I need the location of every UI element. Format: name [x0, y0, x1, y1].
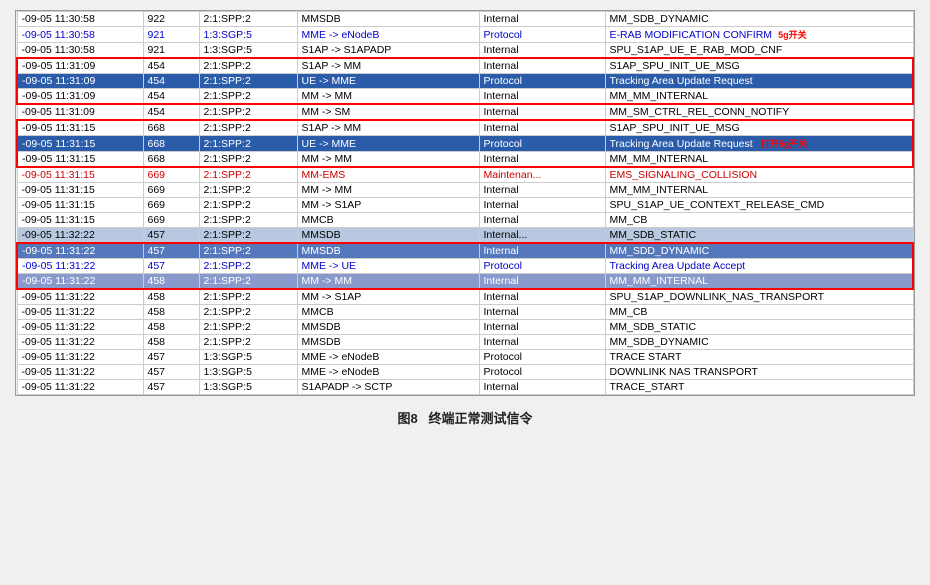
table-row: -09-05 11:31:156682:1:SPP:2UE -> MMEProt… — [17, 136, 913, 152]
table-row: -09-05 11:31:094542:1:SPP:2MM -> SMInter… — [17, 104, 913, 120]
table-row: -09-05 11:30:589211:3:SGP:5S1AP -> S1APA… — [17, 43, 913, 59]
table-row: -09-05 11:30:589222:1:SPP:2MMSDBInternal… — [17, 12, 913, 27]
table-row: -09-05 11:31:224582:1:SPP:2MMSDBInternal… — [17, 320, 913, 335]
table-row: -09-05 11:31:224571:3:SGP:5MME -> eNodeB… — [17, 350, 913, 365]
table-row: -09-05 11:31:224572:1:SPP:2MMSDBInternal… — [17, 243, 913, 259]
table-row: -09-05 11:31:224572:1:SPP:2MME -> UEProt… — [17, 259, 913, 274]
table-row: -09-05 11:31:156692:1:SPP:2MM -> MMInter… — [17, 183, 913, 198]
figure-title: 终端正常测试信令 — [429, 411, 533, 426]
table-row: -09-05 11:31:156692:1:SPP:2MMCBInternalM… — [17, 213, 913, 228]
table-row: -09-05 11:32:224572:1:SPP:2MMSDBInternal… — [17, 228, 913, 244]
table-row: -09-05 11:31:224582:1:SPP:2MM -> MMInter… — [17, 274, 913, 290]
table-row: -09-05 11:31:224582:1:SPP:2MM -> S1APInt… — [17, 289, 913, 305]
figure-number: 图8 — [397, 411, 417, 426]
table-row: -09-05 11:31:224571:3:SGP:5MME -> eNodeB… — [17, 365, 913, 380]
message-table: -09-05 11:30:589222:1:SPP:2MMSDBInternal… — [15, 10, 915, 396]
table-row: -09-05 11:31:094542:1:SPP:2UE -> MMEProt… — [17, 74, 913, 89]
table-row: -09-05 11:31:224582:1:SPP:2MMCBInternalM… — [17, 305, 913, 320]
table-row: -09-05 11:31:224582:1:SPP:2MMSDBInternal… — [17, 335, 913, 350]
table-row: -09-05 11:31:156682:1:SPP:2MM -> MMInter… — [17, 152, 913, 168]
table-row: -09-05 11:31:156682:1:SPP:2S1AP -> MMInt… — [17, 120, 913, 136]
table-row: -09-05 11:31:156692:1:SPP:2MM-EMSMainten… — [17, 167, 913, 183]
table-row: -09-05 11:30:589211:3:SGP:5MME -> eNodeB… — [17, 27, 913, 43]
table-row: -09-05 11:31:094542:1:SPP:2MM -> MMInter… — [17, 89, 913, 105]
figure-caption: 图8 终端正常测试信令 — [397, 408, 532, 427]
table-row: -09-05 11:31:224571:3:SGP:5S1APADP -> SC… — [17, 380, 913, 395]
table-row: -09-05 11:31:156692:1:SPP:2MM -> S1APInt… — [17, 198, 913, 213]
table-row: -09-05 11:31:094542:1:SPP:2S1AP -> MMInt… — [17, 58, 913, 74]
